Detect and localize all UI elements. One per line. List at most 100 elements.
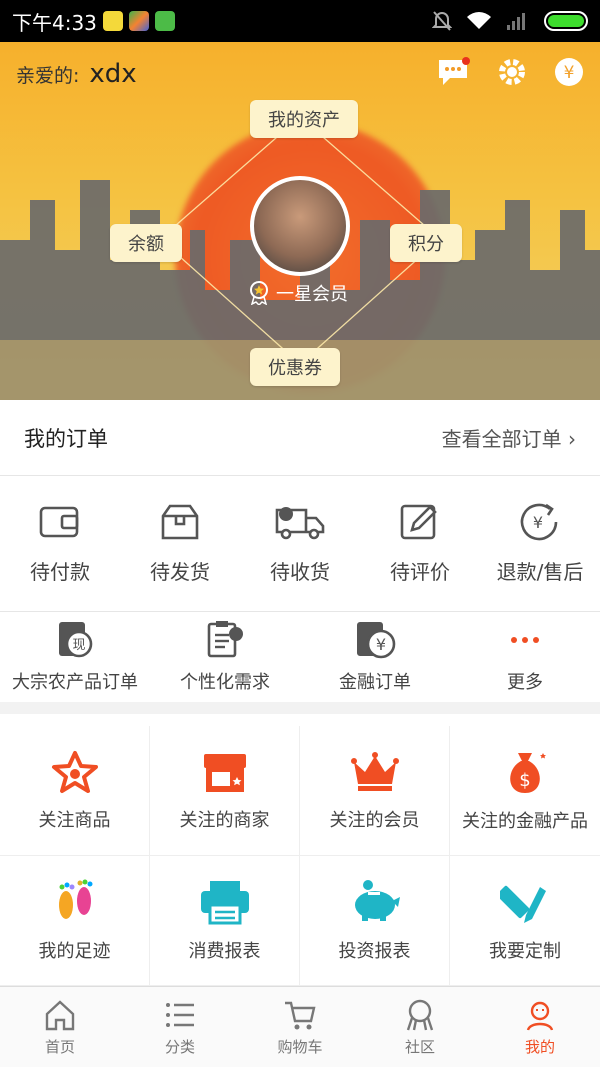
tab-label: 社区 bbox=[404, 1037, 435, 1056]
edit-icon bbox=[400, 504, 437, 540]
order-status-pending-shipment[interactable]: 待发货 bbox=[120, 476, 240, 611]
view-all-orders-link[interactable]: 查看全部订单 › bbox=[442, 423, 576, 452]
member-level-label: 一星会员 bbox=[276, 284, 348, 305]
coupons-button[interactable]: 优惠券 bbox=[250, 348, 340, 386]
cash-doc-icon: 现 bbox=[59, 622, 93, 658]
followed-members[interactable]: 关注的会员 bbox=[300, 726, 450, 856]
more-icon bbox=[511, 637, 539, 643]
my-assets-button[interactable]: 我的资产 bbox=[250, 100, 358, 138]
gear-icon[interactable] bbox=[496, 56, 528, 92]
status-bar: 下午4:33 bbox=[0, 0, 600, 42]
signal-icon bbox=[507, 13, 525, 30]
order-type-label: 个性化需求 bbox=[180, 672, 270, 693]
feature-label: 关注的金融产品 bbox=[462, 810, 588, 832]
box-icon bbox=[161, 504, 199, 540]
app-notification-icon bbox=[154, 11, 175, 31]
tab-home[interactable]: 首页 bbox=[0, 987, 120, 1067]
printer-icon bbox=[200, 880, 249, 924]
order-status-pending-payment[interactable]: 待付款 bbox=[0, 476, 120, 611]
battery-icon bbox=[544, 11, 588, 31]
order-type-label: 金融订单 bbox=[339, 672, 411, 693]
order-type-label: 大宗农产品订单 bbox=[12, 672, 138, 693]
order-status-label: 待发货 bbox=[150, 560, 210, 584]
orders-title: 我的订单 bbox=[24, 426, 108, 451]
tab-label: 我的 bbox=[524, 1037, 555, 1056]
home-icon bbox=[45, 999, 75, 1030]
feature-label: 关注的会员 bbox=[329, 809, 420, 831]
status-time: 下午4:33 bbox=[12, 10, 97, 35]
finance-orders[interactable]: ¥ 金融订单 bbox=[300, 612, 450, 702]
community-icon bbox=[406, 999, 434, 1030]
custom-requests[interactable]: 个性化需求 bbox=[150, 612, 300, 702]
shop-icon bbox=[203, 753, 246, 792]
order-status-label: 待付款 bbox=[30, 560, 90, 584]
truck-icon bbox=[275, 507, 325, 540]
order-status-refund[interactable]: ¥ 退款/售后 bbox=[480, 476, 600, 611]
cart-icon bbox=[285, 1001, 316, 1029]
special-orders-row: 现 大宗农产品订单 个性化需求 ¥ 金融订单 更多 bbox=[0, 612, 600, 714]
followed-finance-products[interactable]: $ 关注的金融产品 bbox=[450, 726, 600, 856]
greeting-label: 亲爱的: bbox=[16, 64, 80, 87]
yuan-icon[interactable]: ¥ bbox=[554, 57, 584, 91]
my-footprints[interactable]: 我的足迹 bbox=[0, 856, 150, 986]
svg-text:¥: ¥ bbox=[376, 635, 386, 654]
svg-text:¥: ¥ bbox=[533, 513, 543, 532]
order-status-pending-receipt[interactable]: 待收货 bbox=[240, 476, 360, 611]
svg-text:$: $ bbox=[519, 770, 530, 791]
list-icon bbox=[166, 1002, 194, 1027]
piggy-bank-icon bbox=[354, 879, 400, 921]
balance-button[interactable]: 余额 bbox=[110, 224, 182, 262]
svg-text:现: 现 bbox=[72, 638, 85, 653]
bottom-tab-bar: 首页 分类 购物车 社区 我的 bbox=[0, 986, 600, 1067]
refund-icon: ¥ bbox=[520, 503, 558, 541]
svg-text:¥: ¥ bbox=[564, 63, 575, 83]
order-type-label: 更多 bbox=[507, 672, 543, 693]
tab-community[interactable]: 社区 bbox=[360, 987, 480, 1067]
crown-icon bbox=[350, 751, 399, 791]
feature-label: 关注商品 bbox=[38, 809, 111, 831]
pencil-ruler-icon bbox=[500, 885, 546, 923]
tab-mine[interactable]: 我的 bbox=[480, 987, 600, 1067]
medal-icon bbox=[250, 281, 268, 305]
money-bag-icon: $ bbox=[510, 752, 546, 793]
user-icon bbox=[526, 1001, 554, 1031]
feature-label: 我要定制 bbox=[489, 940, 561, 962]
feature-label: 消费报表 bbox=[188, 940, 261, 962]
tab-label: 分类 bbox=[164, 1037, 195, 1056]
followed-shops[interactable]: 关注的商家 bbox=[150, 726, 300, 856]
investment-report[interactable]: 投资报表 bbox=[300, 856, 450, 986]
tab-label: 购物车 bbox=[277, 1037, 323, 1056]
feature-label: 我的足迹 bbox=[38, 940, 111, 962]
tab-categories[interactable]: 分类 bbox=[120, 987, 240, 1067]
order-status-pending-review[interactable]: 待评价 bbox=[360, 476, 480, 611]
footprint-icon bbox=[58, 879, 92, 919]
feature-grid: 关注商品 关注的商家 关注的会员 $ 关注的金融产品 我的足迹 消费报表 投资报… bbox=[0, 726, 600, 986]
feature-label: 投资报表 bbox=[338, 940, 411, 962]
order-status-label: 退款/售后 bbox=[496, 560, 584, 584]
order-status-label: 待收货 bbox=[270, 560, 330, 584]
more-orders[interactable]: 更多 bbox=[450, 612, 600, 702]
mute-icon bbox=[432, 11, 452, 31]
tab-cart[interactable]: 购物车 bbox=[240, 987, 360, 1067]
member-level: 一星会员 bbox=[248, 280, 348, 306]
followed-products[interactable]: 关注商品 bbox=[0, 726, 150, 856]
feature-label: 关注的商家 bbox=[179, 809, 270, 831]
order-status-label: 待评价 bbox=[390, 560, 450, 584]
orders-header: 我的订单 查看全部订单 › bbox=[0, 400, 600, 476]
tab-label: 首页 bbox=[44, 1037, 75, 1056]
finance-doc-icon: ¥ bbox=[357, 622, 396, 659]
wallet-icon bbox=[39, 506, 79, 538]
bulk-agri-orders[interactable]: 现 大宗农产品订单 bbox=[0, 612, 150, 702]
message-icon[interactable] bbox=[436, 57, 470, 91]
spending-report[interactable]: 消费报表 bbox=[150, 856, 300, 986]
app-notification-icon bbox=[102, 11, 123, 31]
avatar[interactable] bbox=[250, 176, 350, 276]
username: xdx bbox=[89, 59, 137, 89]
points-button[interactable]: 积分 bbox=[390, 224, 462, 262]
wifi-icon bbox=[467, 12, 491, 29]
profile-hero: 亲爱的: xdx ¥ 我的资产 余额 积分 优惠券 一星会员 bbox=[0, 42, 600, 400]
checklist-icon bbox=[207, 621, 243, 658]
app-notification-icon bbox=[128, 11, 149, 31]
star-icon bbox=[51, 750, 98, 793]
customize-request[interactable]: 我要定制 bbox=[450, 856, 600, 986]
